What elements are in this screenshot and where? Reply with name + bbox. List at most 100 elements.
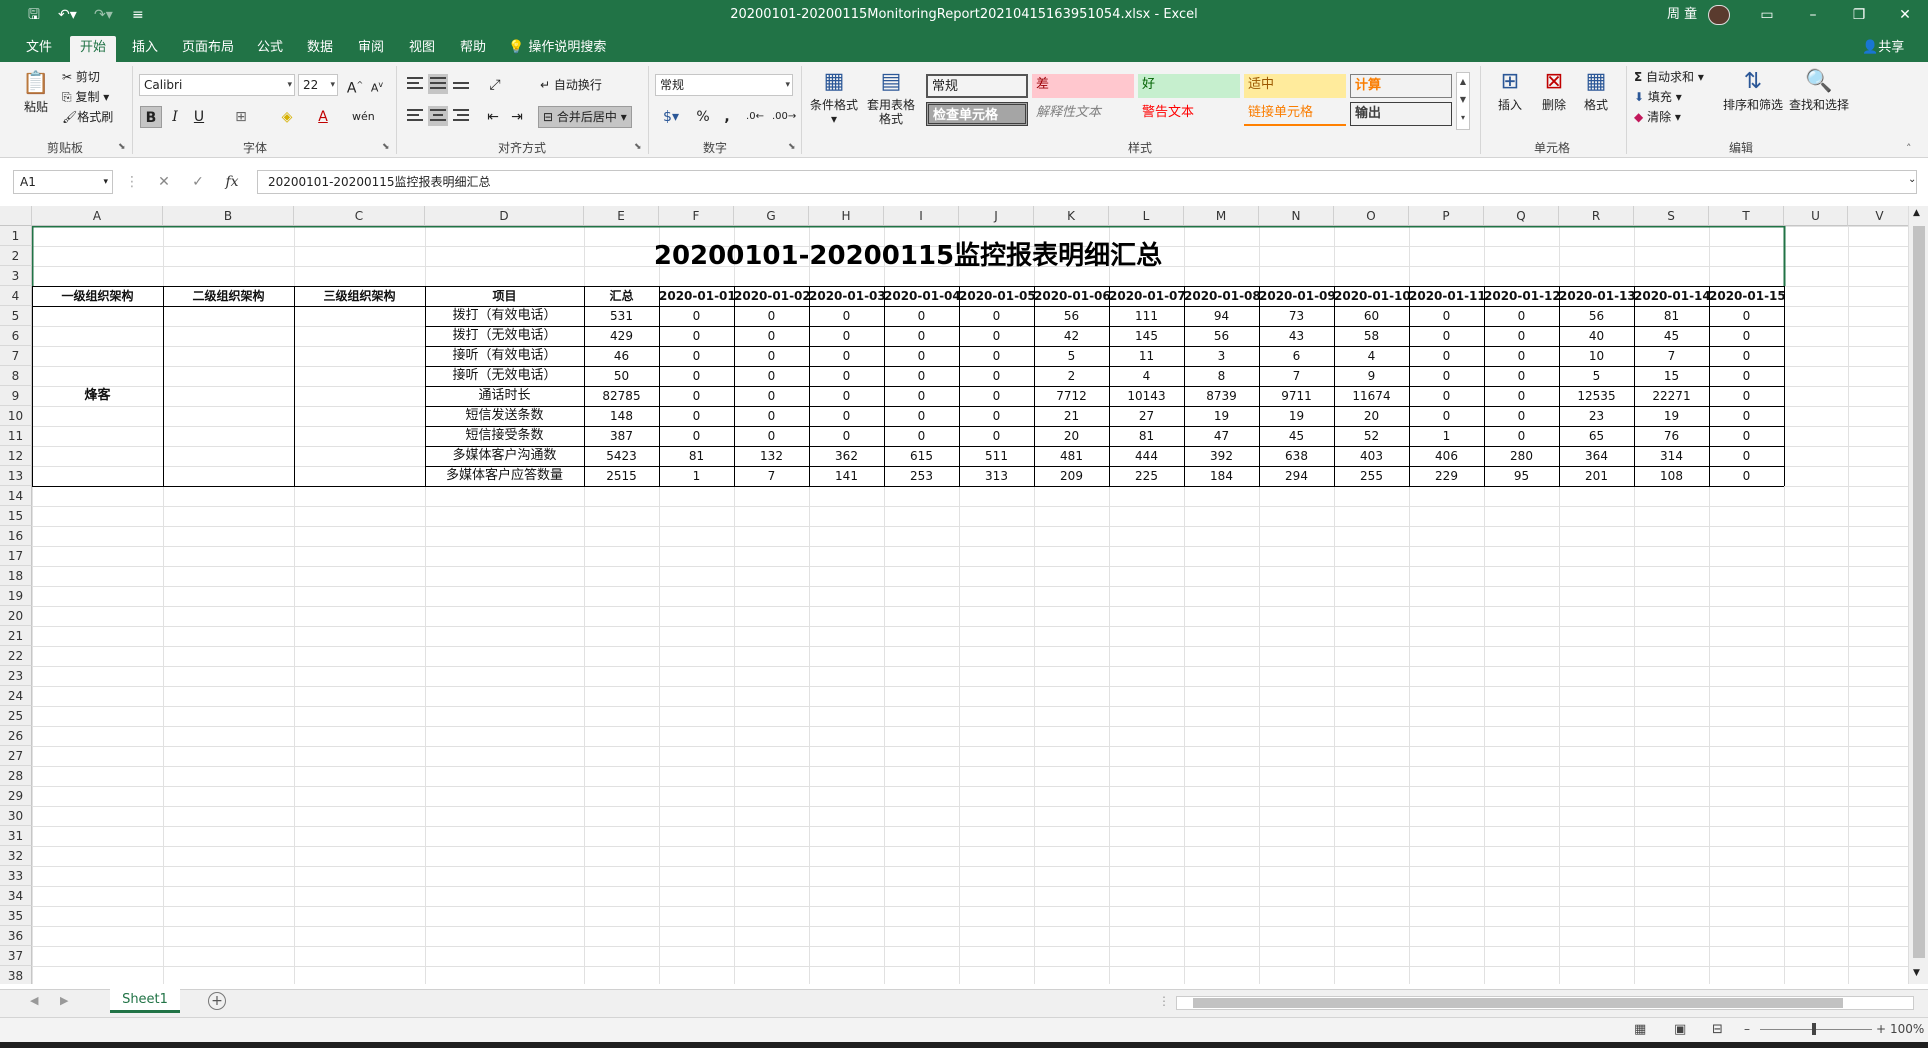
value-cell[interactable]: 253: [884, 466, 959, 486]
value-cell[interactable]: 0: [1484, 326, 1559, 346]
table-header-cell[interactable]: 2020-01-06: [1034, 286, 1109, 306]
column-header-B[interactable]: B: [163, 206, 294, 226]
styles-gallery-scroll[interactable]: ▲ ▼ ▾: [1456, 72, 1470, 130]
fill-button[interactable]: ⬇ 填充 ▾: [1634, 88, 1682, 106]
column-header-J[interactable]: J: [959, 206, 1034, 226]
value-cell[interactable]: 0: [884, 386, 959, 406]
minimize-icon[interactable]: –: [1790, 0, 1836, 30]
sort-filter-button[interactable]: ⇅ 排序和筛选: [1720, 68, 1786, 112]
row-header-8[interactable]: 8: [0, 366, 32, 386]
table-header-cell[interactable]: 2020-01-08: [1184, 286, 1259, 306]
close-icon[interactable]: ✕: [1882, 0, 1928, 30]
style-check-cell[interactable]: 检查单元格: [926, 102, 1028, 126]
tell-me-search[interactable]: 💡 操作说明搜索: [508, 36, 606, 60]
value-cell[interactable]: 0: [959, 426, 1034, 446]
value-cell[interactable]: 638: [1259, 446, 1334, 466]
row-header-28[interactable]: 28: [0, 766, 32, 786]
tab-page-layout[interactable]: 页面布局: [172, 36, 244, 62]
column-header-F[interactable]: F: [659, 206, 734, 226]
row-header-9[interactable]: 9: [0, 386, 32, 406]
value-cell[interactable]: 0: [734, 346, 809, 366]
value-cell[interactable]: 444: [1109, 446, 1184, 466]
zoom-in-icon[interactable]: +: [1876, 1022, 1886, 1036]
value-cell[interactable]: 94: [1184, 306, 1259, 326]
style-neutral[interactable]: 适中: [1244, 74, 1346, 98]
value-cell[interactable]: 0: [959, 366, 1034, 386]
item-cell[interactable]: 接听（无效电话）: [425, 366, 584, 386]
value-cell[interactable]: 20: [1034, 426, 1109, 446]
value-cell[interactable]: 47: [1184, 426, 1259, 446]
value-cell[interactable]: 280: [1484, 446, 1559, 466]
prev-sheet-icon[interactable]: ◀: [30, 994, 38, 1007]
row-header-17[interactable]: 17: [0, 546, 32, 566]
value-cell[interactable]: 0: [884, 306, 959, 326]
value-cell[interactable]: 0: [959, 326, 1034, 346]
merge-center-button[interactable]: ⊟ 合并后居中 ▾: [538, 106, 632, 128]
find-select-button[interactable]: 🔍 查找和选择: [1786, 68, 1852, 112]
value-cell[interactable]: 0: [1709, 446, 1784, 466]
item-cell[interactable]: 多媒体客户应答数量: [425, 466, 584, 486]
total-cell[interactable]: 50: [584, 366, 659, 386]
column-header-M[interactable]: M: [1184, 206, 1259, 226]
value-cell[interactable]: 45: [1634, 326, 1709, 346]
decrease-font-icon[interactable]: Av: [366, 74, 388, 96]
scroll-up-icon[interactable]: ▲: [1913, 208, 1920, 218]
normal-view-icon[interactable]: ▦: [1634, 1022, 1646, 1037]
value-cell[interactable]: 0: [659, 326, 734, 346]
value-cell[interactable]: 42: [1034, 326, 1109, 346]
value-cell[interactable]: 81: [1634, 306, 1709, 326]
value-cell[interactable]: 19: [1184, 406, 1259, 426]
restore-icon[interactable]: ❐: [1836, 0, 1882, 30]
value-cell[interactable]: 60: [1334, 306, 1409, 326]
value-cell[interactable]: 145: [1109, 326, 1184, 346]
row-header-31[interactable]: 31: [0, 826, 32, 846]
sheet-tab-sheet1[interactable]: Sheet1: [110, 989, 180, 1013]
style-linked-cell[interactable]: 链接单元格: [1244, 102, 1346, 126]
value-cell[interactable]: 20: [1334, 406, 1409, 426]
value-cell[interactable]: 209: [1034, 466, 1109, 486]
increase-font-icon[interactable]: A^: [344, 74, 366, 97]
row-header-30[interactable]: 30: [0, 806, 32, 826]
value-cell[interactable]: 40: [1559, 326, 1634, 346]
total-cell[interactable]: 5423: [584, 446, 659, 466]
item-cell[interactable]: 通话时长: [425, 386, 584, 406]
tab-file[interactable]: 文件: [16, 36, 62, 62]
value-cell[interactable]: 58: [1334, 326, 1409, 346]
value-cell[interactable]: 0: [1709, 426, 1784, 446]
value-cell[interactable]: 141: [809, 466, 884, 486]
avatar[interactable]: [1708, 5, 1730, 25]
clear-button[interactable]: ◆ 清除 ▾: [1634, 108, 1681, 126]
value-cell[interactable]: 45: [1259, 426, 1334, 446]
column-header-P[interactable]: P: [1409, 206, 1484, 226]
value-cell[interactable]: 0: [1409, 386, 1484, 406]
tab-data[interactable]: 数据: [297, 36, 343, 62]
value-cell[interactable]: 7: [1634, 346, 1709, 366]
conditional-formatting-button[interactable]: ▦ 条件格式 ▾: [806, 68, 862, 126]
table-header-cell[interactable]: 2020-01-11: [1409, 286, 1484, 306]
value-cell[interactable]: 0: [959, 306, 1034, 326]
table-header-cell[interactable]: 2020-01-10: [1334, 286, 1409, 306]
accounting-format-icon[interactable]: $▾: [656, 106, 686, 128]
value-cell[interactable]: 0: [734, 386, 809, 406]
value-cell[interactable]: 0: [809, 426, 884, 446]
row-header-13[interactable]: 13: [0, 466, 32, 486]
value-cell[interactable]: 7: [734, 466, 809, 486]
row-header-34[interactable]: 34: [0, 886, 32, 906]
horizontal-scrollbar[interactable]: [1176, 996, 1914, 1010]
value-cell[interactable]: 5: [1559, 366, 1634, 386]
value-cell[interactable]: 9711: [1259, 386, 1334, 406]
style-explanatory[interactable]: 解释性文本: [1032, 102, 1134, 126]
orientation-icon[interactable]: ⤢: [484, 74, 506, 96]
scroll-thumb[interactable]: [1193, 998, 1843, 1008]
share-button[interactable]: 👤共享: [1862, 36, 1904, 60]
row-header-5[interactable]: 5: [0, 306, 32, 326]
style-normal[interactable]: 常规: [926, 74, 1028, 98]
value-cell[interactable]: 0: [659, 306, 734, 326]
align-top-icon[interactable]: [405, 74, 425, 94]
underline-button[interactable]: U: [188, 106, 210, 128]
value-cell[interactable]: 8: [1184, 366, 1259, 386]
row-header-7[interactable]: 7: [0, 346, 32, 366]
value-cell[interactable]: 0: [809, 306, 884, 326]
row-header-18[interactable]: 18: [0, 566, 32, 586]
page-break-view-icon[interactable]: ⊟: [1712, 1022, 1723, 1037]
